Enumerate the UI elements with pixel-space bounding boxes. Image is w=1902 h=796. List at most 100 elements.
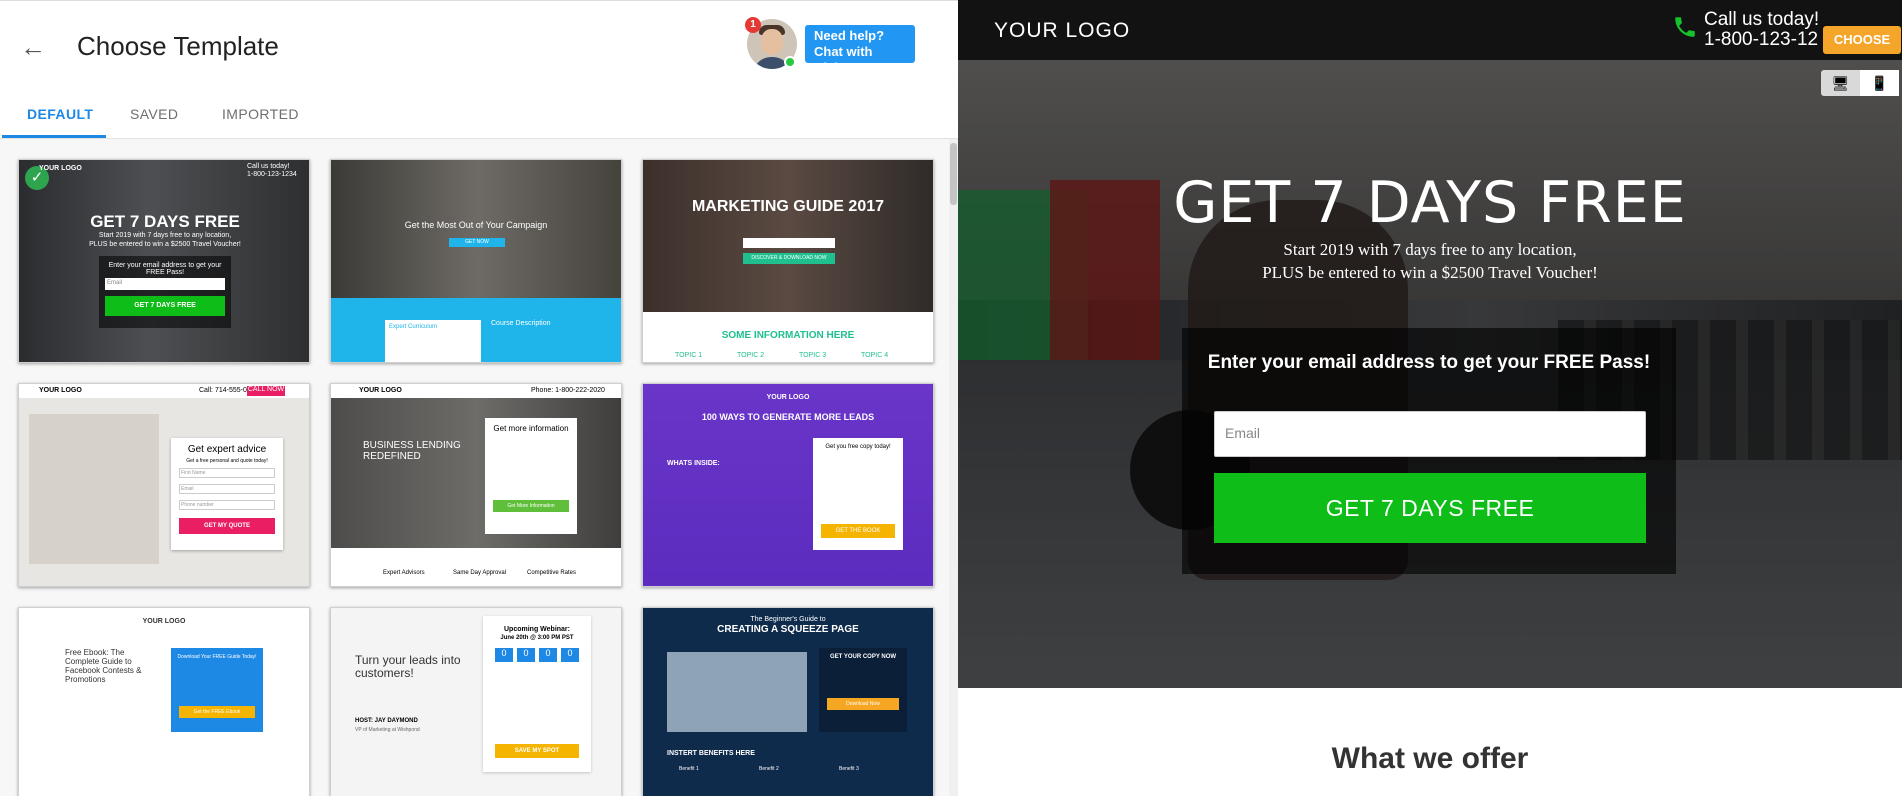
card-logo: YOUR LOGO xyxy=(142,618,186,625)
template-card-1[interactable]: ✓ YOUR LOGO Call us today! 1-800-123-123… xyxy=(18,159,310,363)
card-headline: Free Ebook: The Complete Guide to Facebo… xyxy=(65,648,142,684)
choose-button[interactable]: CHOOSE xyxy=(1823,26,1901,54)
call-text: Call us today! xyxy=(1704,9,1820,30)
countdown-seconds: 0 xyxy=(561,648,579,662)
card-email: Email xyxy=(179,484,275,494)
offer-heading: What we offer xyxy=(1331,742,1529,775)
card-logo: YOUR LOGO xyxy=(359,387,402,394)
arrow-left-icon[interactable]: ← xyxy=(20,33,52,61)
card-form-title: GET YOUR COPY NOW xyxy=(829,654,897,660)
template-card-3[interactable]: MARKETING GUIDE 2017 DISCOVER & DOWNLOAD… xyxy=(642,159,934,363)
card-list: Expert Curriculum xyxy=(385,320,481,362)
card-email-field: Email xyxy=(105,278,225,290)
countdown-days: 0 xyxy=(495,648,513,662)
tab-imported[interactable]: IMPORTED xyxy=(222,106,299,122)
card-topic-3: TOPIC 3 xyxy=(799,352,827,359)
page-title: Choose Template xyxy=(77,31,279,61)
card-info: SOME INFORMATION HERE xyxy=(721,330,855,341)
tab-default[interactable]: DEFAULT xyxy=(27,106,93,122)
hero-subtitle: Start 2019 with 7 days free to any locat… xyxy=(958,238,1902,284)
card-logo: YOUR LOGO xyxy=(39,387,82,394)
template-preview: YOUR LOGO Call us today! 1-800-123-12 CH… xyxy=(958,0,1902,796)
template-card-9[interactable]: The Beginner's Guide to CREATING A SQUEE… xyxy=(642,607,934,796)
avatar-face xyxy=(761,29,783,55)
card-role: VP of Marketing at Wishpond xyxy=(355,727,420,733)
hero-sub-2: PLUS be entered to win a $2500 Travel Vo… xyxy=(1262,263,1598,282)
template-grid: ✓ YOUR LOGO Call us today! 1-800-123-123… xyxy=(0,139,950,796)
card-phone: Phone: 1-800-222-2020 xyxy=(531,387,605,394)
chat-line-2: Chat with Nick! xyxy=(814,44,873,75)
countdown-hours: 0 xyxy=(517,648,535,662)
card-course: Course Description xyxy=(491,320,551,327)
card-benefit-1: Benefit 1 xyxy=(679,766,699,772)
card-logo: YOUR LOGO xyxy=(39,165,82,172)
template-card-2[interactable]: Get the Most Out of Your Campaign GET NO… xyxy=(330,159,622,363)
signup-form: Enter your email address to get your FRE… xyxy=(1182,328,1676,574)
form-title: Enter your email address to get your FRE… xyxy=(1207,352,1651,373)
card-hero xyxy=(643,160,933,312)
card-webinar: Upcoming Webinar: xyxy=(504,626,570,633)
active-tab-indicator xyxy=(2,135,106,138)
card-cta: GET NOW xyxy=(449,238,505,247)
template-card-7[interactable]: YOUR LOGO Free Ebook: The Complete Guide… xyxy=(18,607,310,796)
device-toggle: 🖥 📱 xyxy=(1821,70,1899,96)
card-form-title: Get expert advice xyxy=(187,444,267,455)
card-headline: Get the Most Out of Your Campaign xyxy=(404,220,548,230)
card-cta: Download Now xyxy=(827,698,899,710)
card-email-field xyxy=(743,238,835,248)
card-call: Call us today! xyxy=(247,163,290,170)
card-topic-2: TOPIC 2 xyxy=(737,352,765,359)
card-cta: GET MY QUOTE xyxy=(179,518,275,534)
card-cta: Get More Information xyxy=(493,500,569,512)
card-headline: BUSINESS LENDING REDEFINED xyxy=(363,440,461,462)
card-form: Get more information Get More Informatio… xyxy=(485,418,577,534)
card-topic-1: TOPIC 1 xyxy=(675,352,703,359)
card-date: June 20th @ 3:00 PM PST xyxy=(500,635,574,641)
template-card-5[interactable]: YOUR LOGO Phone: 1-800-222-2020 BUSINESS… xyxy=(330,383,622,587)
template-card-4[interactable]: YOUR LOGO Call: 714-555-0134 CALL NOW Ge… xyxy=(18,383,310,587)
card-benefit-2: Benefit 2 xyxy=(759,766,779,772)
card-sub-2: PLUS be entered to win a $2500 Travel Vo… xyxy=(89,241,241,248)
card-first-name: First Name xyxy=(179,468,275,478)
card-headline: CREATING A SQUEEZE PAGE xyxy=(717,624,859,635)
hero-sub-1: Start 2019 with 7 days free to any locat… xyxy=(1283,240,1577,259)
card-inside: WHATS INSIDE: xyxy=(667,460,720,467)
tab-saved[interactable]: SAVED xyxy=(130,106,178,122)
template-panel: ← Choose Template 1 Need help? Chat with… xyxy=(0,0,958,796)
template-card-6[interactable]: YOUR LOGO 100 WAYS TO GENERATE MORE LEAD… xyxy=(642,383,934,587)
card-topic-4: TOPIC 4 xyxy=(861,352,889,359)
card-logo: YOUR LOGO xyxy=(766,394,810,401)
card-kicker: The Beginner's Guide to xyxy=(750,616,826,623)
scrollbar-track[interactable] xyxy=(949,139,958,796)
card-cta: GET THE BOOK xyxy=(821,524,895,538)
card-form-title: Get you free copy today! xyxy=(825,444,891,450)
chat-line-1: Need help? xyxy=(814,28,885,43)
card-phone: 1-800-123-1234 xyxy=(247,171,297,178)
card-headline: 100 WAYS TO GENERATE MORE LEADS xyxy=(701,412,875,422)
card-form-title: Get more information xyxy=(493,424,569,433)
card-call-button: CALL NOW xyxy=(247,386,285,396)
countdown-minutes: 0 xyxy=(539,648,557,662)
chat-bubble[interactable]: Need help? Chat with Nick! xyxy=(805,25,915,75)
mobile-icon[interactable]: 📱 xyxy=(1860,70,1899,96)
card-benefit-3: Competitive Rates xyxy=(527,570,577,576)
card-benefit-2: Same Day Approval xyxy=(453,570,507,576)
desktop-icon[interactable]: 🖥 xyxy=(1821,70,1860,96)
card-phone-field: Phone number xyxy=(179,500,275,510)
card-benefit-1: Expert Advisors xyxy=(383,570,425,576)
preview-logo: YOUR LOGO xyxy=(994,19,1131,42)
card-form-prompt: Enter your email address to get your FRE… xyxy=(108,262,222,276)
preview-topbar: YOUR LOGO Call us today! 1-800-123-12 xyxy=(958,0,1902,60)
get-days-free-button[interactable]: GET 7 DAYS FREE xyxy=(1214,473,1646,543)
scrollbar-thumb[interactable] xyxy=(950,143,957,205)
card-form: Get expert advice Get a free personal an… xyxy=(171,438,283,550)
email-field[interactable]: Email xyxy=(1214,411,1646,457)
card-form: Download Your FREE Guide Today! Get the … xyxy=(171,648,263,732)
card-headline: GET 7 DAYS FREE xyxy=(90,212,240,231)
preview-call: Call us today! 1-800-123-12 xyxy=(1704,10,1819,50)
card-form-sub: Get a free personal and quote today! xyxy=(186,458,268,464)
template-card-8[interactable]: Turn your leads into customers! HOST: JA… xyxy=(330,607,622,796)
card-hero xyxy=(331,398,621,548)
card-form: Upcoming Webinar: June 20th @ 3:00 PM PS… xyxy=(483,616,591,772)
hero-headline: GET 7 DAYS FREE xyxy=(1173,170,1687,236)
